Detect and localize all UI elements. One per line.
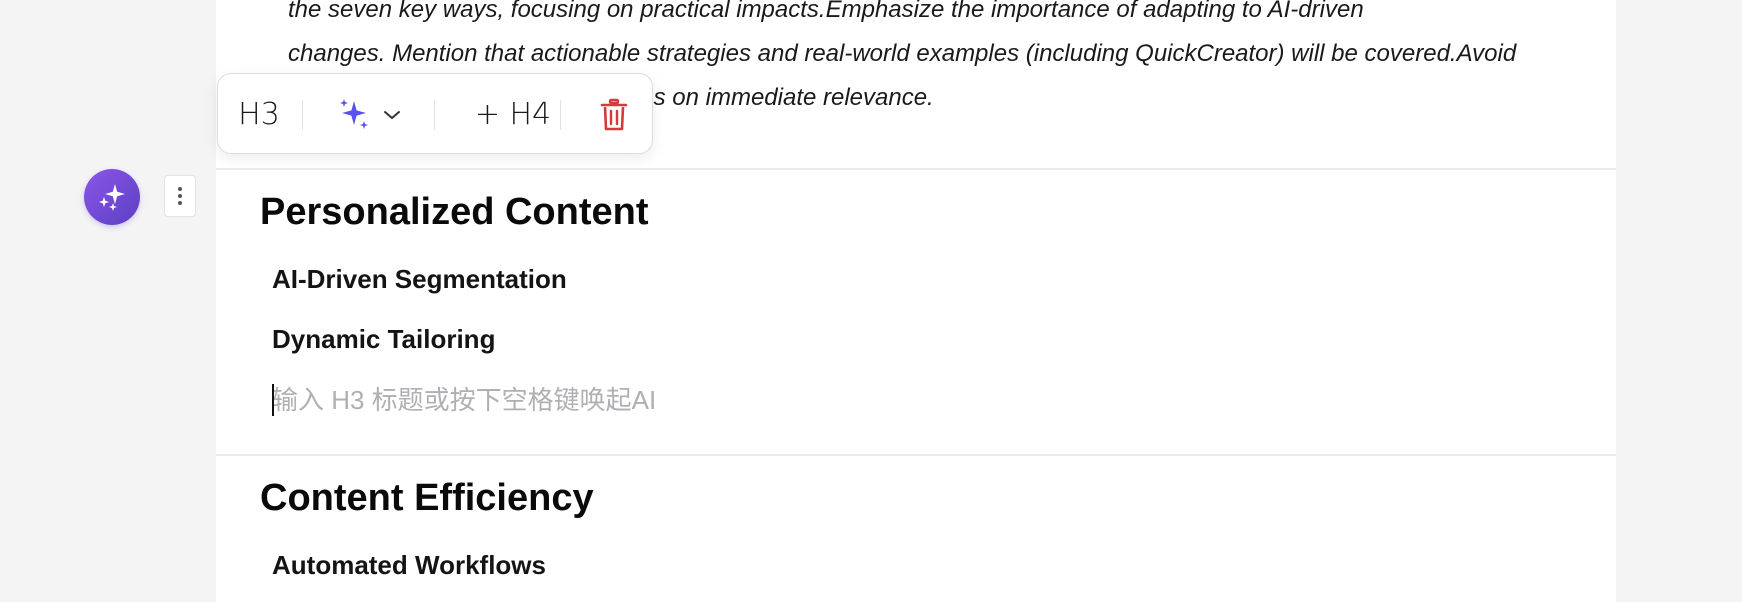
subheading[interactable]: AI-Driven Segmentation <box>272 264 567 295</box>
sparkles-icon <box>340 98 368 129</box>
toolbar-separator <box>434 100 435 130</box>
text-caret <box>272 384 274 416</box>
delete-block-button[interactable] <box>584 74 644 155</box>
block-toolbar: H3 + H4 <box>217 73 653 154</box>
ai-assist-button[interactable] <box>84 169 140 225</box>
intro-line: changes. Mention that actionable strateg… <box>288 40 1517 67</box>
section-title[interactable]: Content Efficiency <box>260 477 594 520</box>
sparkles-icon <box>99 184 125 211</box>
heading-level-label: H3 <box>238 97 280 132</box>
toolbar-separator <box>560 100 561 130</box>
trash-icon <box>600 98 628 130</box>
chevron-down-icon <box>384 110 400 119</box>
toolbar-separator <box>302 100 303 130</box>
add-h4-button[interactable]: + H4 <box>460 74 566 155</box>
subheading[interactable]: Dynamic Tailoring <box>272 324 495 355</box>
vertical-dots-icon <box>178 187 182 205</box>
add-h4-label: + H4 <box>474 97 552 132</box>
section-title[interactable]: Personalized Content <box>260 191 649 234</box>
heading-level-button[interactable]: H3 <box>238 74 280 155</box>
intro-line: the seven key ways, focusing on practica… <box>288 0 1364 23</box>
block-drag-handle[interactable] <box>164 175 196 217</box>
section-divider <box>216 454 1616 456</box>
new-subheading-input[interactable]: 输入 H3 标题或按下空格键唤起AI <box>272 382 872 418</box>
subheading[interactable]: Automated Workflows <box>272 550 546 581</box>
section-divider <box>216 168 1616 170</box>
ai-menu-button[interactable] <box>328 74 408 155</box>
editor-stage: the seven key ways, focusing on practica… <box>0 0 1742 602</box>
